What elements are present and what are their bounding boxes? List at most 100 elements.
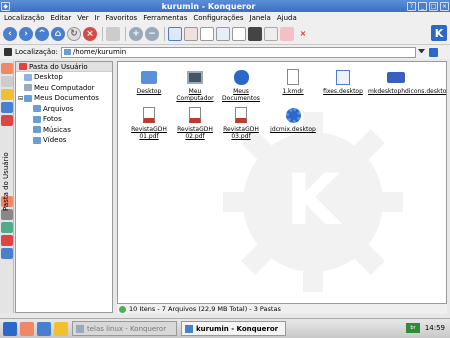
taskbar: telas linux - Konqueror kurumin - Konque… bbox=[0, 318, 450, 338]
text-view-icon[interactable] bbox=[232, 26, 246, 41]
sidebar-tab-services-icon[interactable] bbox=[1, 115, 13, 126]
forward-icon[interactable]: › bbox=[19, 26, 33, 41]
status-bar: 10 Itens - 7 Arquivos (22,9 MB Total) - … bbox=[117, 304, 447, 314]
file-item[interactable]: mkdesktophdicons.desktop bbox=[368, 68, 446, 95]
tree-view-icon[interactable] bbox=[200, 26, 214, 41]
menu-favoritos[interactable]: Favoritos bbox=[106, 14, 138, 22]
file-label: Meu Computador bbox=[176, 88, 214, 102]
stop-icon[interactable]: × bbox=[83, 26, 97, 41]
harddisk-icon bbox=[387, 68, 405, 86]
tree-root[interactable]: Pasta do Usuário bbox=[16, 62, 112, 72]
menu-localizacao[interactable]: Localização bbox=[4, 14, 44, 22]
file-item[interactable]: Meus Documentos bbox=[216, 68, 266, 102]
home-launcher-icon[interactable] bbox=[20, 321, 34, 336]
reload-icon[interactable]: ↻ bbox=[67, 26, 81, 41]
keyboard-layout-indicator[interactable]: br bbox=[406, 323, 420, 333]
tree-item-label: Músicas bbox=[43, 125, 71, 134]
sidebar-tab-root-icon[interactable] bbox=[1, 76, 13, 87]
folder-icon bbox=[63, 49, 71, 55]
zoom-out-icon[interactable]: − bbox=[145, 26, 159, 41]
pdf-icon bbox=[140, 106, 158, 124]
trash-icon[interactable] bbox=[280, 26, 294, 41]
tree-item-desktop[interactable]: Desktop bbox=[16, 72, 112, 83]
maximize-button[interactable]: □ bbox=[429, 1, 438, 11]
tree-item-videos[interactable]: Vídeos bbox=[16, 135, 112, 146]
sidebar-tab-history-icon[interactable] bbox=[1, 102, 13, 113]
status-indicator-icon bbox=[119, 305, 126, 313]
location-value: /home/kurumin bbox=[72, 48, 127, 56]
computer-icon bbox=[186, 68, 204, 86]
print-icon[interactable] bbox=[106, 26, 120, 41]
tree-item-computer[interactable]: Meu Computador bbox=[16, 83, 112, 94]
menu-ajuda[interactable]: Ajuda bbox=[277, 14, 297, 22]
menu-ferramentas[interactable]: Ferramentas bbox=[143, 14, 187, 22]
minimize-button[interactable]: _ bbox=[418, 1, 427, 11]
zoom-in-icon[interactable]: + bbox=[129, 26, 143, 41]
task-label: kurumin - Konqueror bbox=[196, 324, 279, 333]
tree-item-label: Arquivos bbox=[43, 104, 74, 113]
gear-icon bbox=[284, 106, 302, 124]
separator bbox=[125, 26, 126, 41]
menu-editar[interactable]: Editar bbox=[50, 14, 71, 22]
tree-item-fotos[interactable]: Fotos bbox=[16, 114, 112, 125]
documents-icon bbox=[232, 68, 250, 86]
browser-launcher-icon[interactable] bbox=[37, 321, 51, 336]
up-icon[interactable]: ^ bbox=[35, 26, 49, 41]
kmenu-icon[interactable] bbox=[3, 321, 17, 336]
go-icon[interactable] bbox=[428, 47, 438, 57]
tree-root-label: Pasta do Usuário bbox=[29, 62, 88, 71]
home-icon bbox=[19, 63, 27, 70]
menu-configuracoes[interactable]: Configurações bbox=[193, 14, 243, 22]
help-button[interactable]: ? bbox=[407, 1, 416, 11]
file-item[interactable]: RevistaGDH 01.pdf bbox=[124, 106, 174, 140]
file-item[interactable]: 1.kmdr bbox=[268, 68, 318, 95]
file-item[interactable]: jdcmix.desktop bbox=[268, 106, 318, 133]
menu-janela[interactable]: Janela bbox=[250, 14, 271, 22]
chevron-down-icon[interactable] bbox=[417, 48, 425, 56]
tree-item-musicas[interactable]: Músicas bbox=[16, 125, 112, 136]
terminal-launcher-icon[interactable] bbox=[54, 321, 68, 336]
folder-icon bbox=[33, 105, 41, 113]
home-icon[interactable]: ⌂ bbox=[51, 26, 65, 41]
text-file-icon bbox=[284, 68, 302, 86]
tree-item-label: Desktop bbox=[34, 73, 63, 82]
clear-location-icon[interactable] bbox=[4, 48, 12, 56]
multicolumn-view-icon[interactable] bbox=[184, 26, 198, 41]
task-kurumin[interactable]: kurumin - Konqueror bbox=[181, 321, 286, 336]
sidebar-tab-settings-icon[interactable] bbox=[1, 248, 13, 259]
folder-icon bbox=[33, 136, 41, 144]
file-item[interactable]: fixes.desktop bbox=[318, 68, 368, 95]
window-title: kurumin - Konqueror bbox=[161, 1, 256, 11]
separator bbox=[164, 26, 165, 41]
sidebar-tab-bookmarks-icon[interactable] bbox=[1, 89, 13, 100]
tree-item-documents[interactable]: ⊟ Meus Documentos bbox=[16, 93, 112, 104]
menu-ver[interactable]: Ver bbox=[77, 14, 88, 22]
terminal-icon[interactable] bbox=[248, 26, 262, 41]
close-button[interactable]: × bbox=[440, 1, 449, 11]
copy-icon[interactable] bbox=[264, 26, 278, 41]
tree-item-arquivos[interactable]: Arquivos bbox=[16, 104, 112, 115]
delete-icon[interactable]: × bbox=[296, 26, 310, 41]
file-item[interactable]: RevistaGDH 02.pdf bbox=[170, 106, 220, 140]
back-icon[interactable]: ‹ bbox=[3, 26, 17, 41]
desktop-icon bbox=[24, 73, 32, 81]
sidebar-tabs: Pasta do Usuário bbox=[0, 61, 14, 313]
clock[interactable]: 14:59 bbox=[425, 324, 445, 332]
sidebar-tab-home-icon[interactable] bbox=[1, 63, 13, 74]
location-input[interactable]: /home/kurumin bbox=[60, 46, 416, 58]
detailed-view-icon[interactable] bbox=[216, 26, 230, 41]
folder-tree: Pasta do Usuário Desktop Meu Computador … bbox=[15, 61, 113, 313]
sidebar-tab-media-icon[interactable] bbox=[1, 222, 13, 233]
toolbar: ‹ › ^ ⌂ ↻ × + − × K bbox=[0, 23, 450, 45]
file-item[interactable]: Desktop bbox=[124, 68, 174, 95]
task-telas-linux[interactable]: telas linux - Konqueror bbox=[72, 321, 177, 336]
menu-ir[interactable]: Ir bbox=[95, 14, 100, 22]
icon-view-icon[interactable] bbox=[168, 26, 182, 41]
expand-icon[interactable]: ⊟ bbox=[18, 95, 23, 102]
separator bbox=[102, 26, 103, 41]
sidebar-tab-apps-icon[interactable] bbox=[1, 235, 13, 246]
file-item[interactable]: Meu Computador bbox=[170, 68, 220, 102]
file-view[interactable]: K Desktop Meu Computador Meus Documentos… bbox=[117, 61, 447, 304]
file-item[interactable]: RevistaGDH 03.pdf bbox=[216, 106, 266, 140]
window-menu-icon[interactable]: ◆ bbox=[1, 1, 10, 11]
